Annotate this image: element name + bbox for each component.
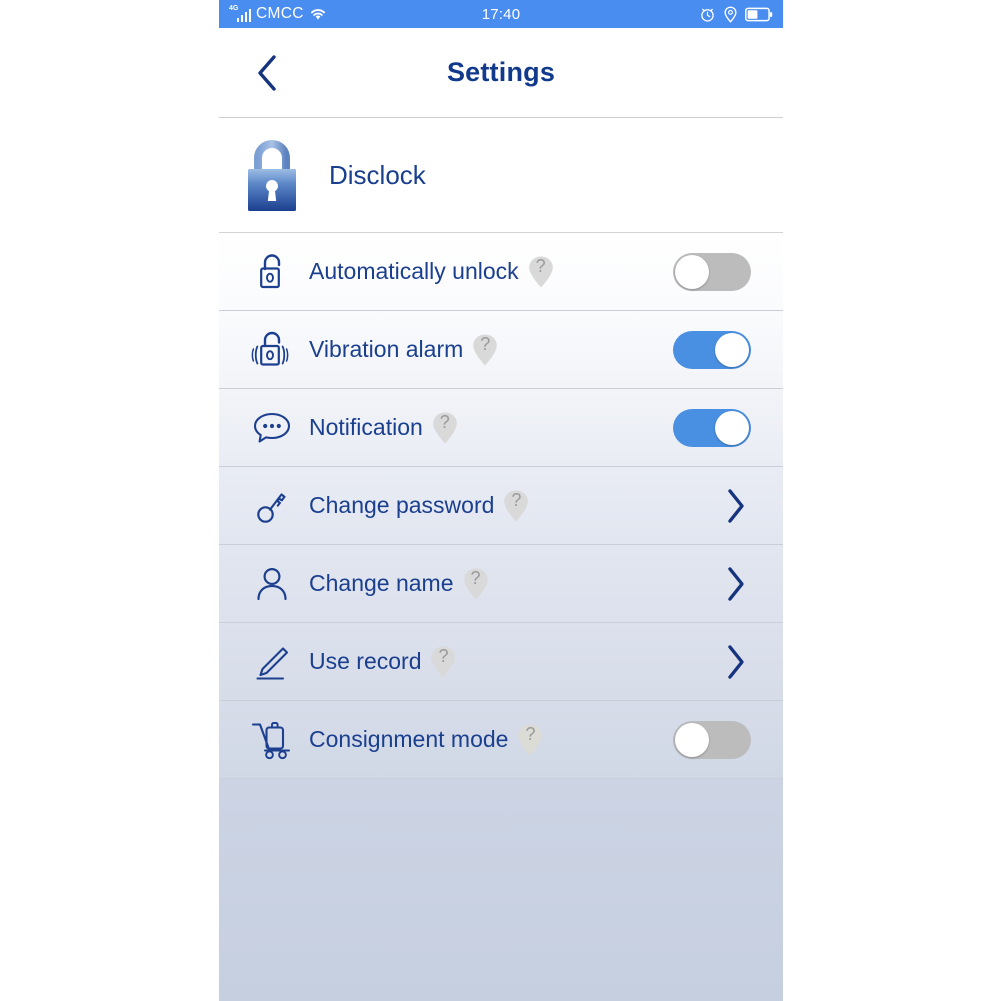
- toggle-knob: [715, 410, 749, 445]
- question-mark-badge[interactable]: ?: [502, 489, 530, 523]
- row-label: Automatically unlock: [309, 258, 519, 284]
- phone-viewport: 4G CMCC 17:40 Settings Disclock Automati…: [219, 0, 783, 1001]
- question-mark-glyph: ?: [535, 256, 546, 276]
- settings-row-change-name[interactable]: Change name ?: [219, 545, 783, 623]
- question-mark-badge[interactable]: ?: [431, 411, 459, 445]
- row-label: Consignment mode: [309, 726, 509, 752]
- question-mark-glyph: ?: [525, 724, 536, 744]
- question-mark-badge[interactable]: ?: [527, 255, 555, 289]
- settings-row-vibration-alarm[interactable]: Vibration alarm ?: [219, 311, 783, 389]
- question-mark-glyph: ?: [438, 646, 449, 666]
- battery-icon: [745, 7, 773, 22]
- vibrating-padlock-icon: [249, 329, 295, 371]
- toggle-automatically-unlock[interactable]: [673, 252, 751, 291]
- question-mark-glyph: ?: [439, 412, 450, 432]
- alarm-clock-icon: [699, 6, 716, 23]
- speech-bubble-icon: [249, 410, 295, 446]
- screenshot-root: 4G CMCC 17:40 Settings Disclock Automati…: [0, 0, 1001, 1001]
- toggle-notification[interactable]: [673, 408, 751, 447]
- chevron-right-icon[interactable]: [725, 643, 747, 681]
- location-pin-icon: [723, 6, 738, 23]
- luggage-cart-icon: [249, 719, 295, 761]
- question-mark-glyph: ?: [480, 334, 491, 354]
- chevron-left-icon: [258, 54, 276, 91]
- carrier-label: CMCC: [256, 5, 304, 22]
- chevron-right-icon[interactable]: [725, 487, 747, 525]
- person-icon: [249, 564, 295, 604]
- row-label: Notification: [309, 414, 423, 440]
- open-padlock-icon: [249, 251, 295, 293]
- device-row[interactable]: Disclock: [219, 118, 783, 233]
- settings-row-change-password[interactable]: Change password ?: [219, 467, 783, 545]
- back-button[interactable]: [245, 51, 289, 95]
- settings-row-use-record[interactable]: Use record ?: [219, 623, 783, 701]
- device-name-label: Disclock: [329, 159, 426, 190]
- padlock-icon: [241, 136, 303, 214]
- settings-row-notification[interactable]: Notification ?: [219, 389, 783, 467]
- question-mark-glyph: ?: [470, 568, 481, 588]
- row-label: Change name: [309, 570, 454, 596]
- question-mark-badge[interactable]: ?: [429, 645, 457, 679]
- pencil-edit-icon: [249, 642, 295, 682]
- toggle-knob: [675, 254, 709, 289]
- status-bar: 4G CMCC 17:40: [219, 0, 783, 28]
- status-bar-left: 4G CMCC: [229, 5, 327, 23]
- signal-bars-icon: 4G: [229, 5, 251, 22]
- row-label: Use record: [309, 648, 422, 674]
- toggle-vibration-alarm[interactable]: [673, 330, 751, 369]
- question-mark-glyph: ?: [511, 490, 522, 510]
- toggle-consignment-mode[interactable]: [673, 720, 751, 759]
- page-title: Settings: [446, 57, 556, 87]
- chevron-right-icon[interactable]: [725, 565, 747, 603]
- question-mark-badge[interactable]: ?: [516, 723, 544, 757]
- toggle-knob: [675, 722, 709, 757]
- wifi-icon: [309, 7, 327, 21]
- row-label: Change password: [309, 492, 495, 518]
- question-mark-badge[interactable]: ?: [462, 567, 490, 601]
- empty-content-area: [219, 779, 783, 1001]
- settings-row-automatically-unlock[interactable]: Automatically unlock ?: [219, 233, 783, 311]
- row-label: Vibration alarm: [309, 336, 464, 362]
- key-icon: [249, 485, 295, 527]
- nav-header: Settings: [219, 28, 783, 118]
- question-mark-badge[interactable]: ?: [471, 333, 499, 367]
- settings-row-consignment-mode[interactable]: Consignment mode ?: [219, 701, 783, 779]
- status-bar-right: [699, 6, 773, 23]
- toggle-knob: [715, 332, 749, 367]
